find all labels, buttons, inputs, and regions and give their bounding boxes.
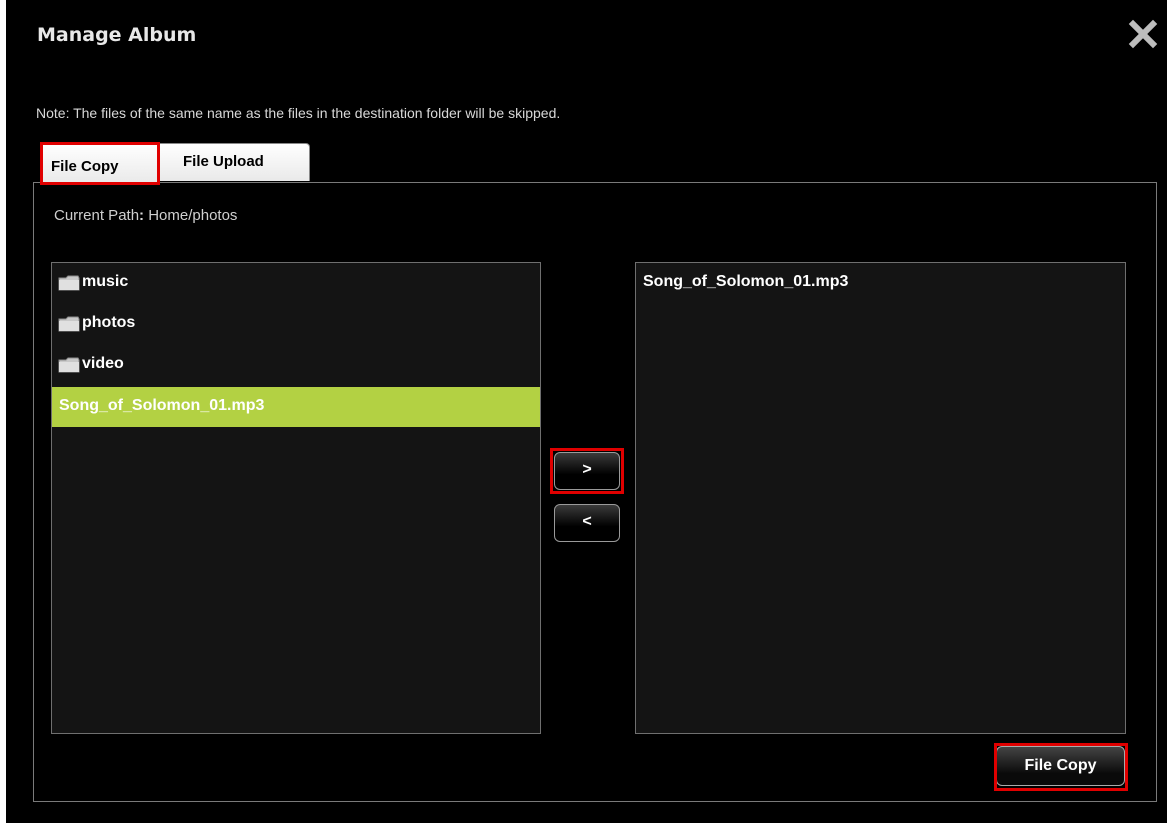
move-left-button[interactable]: < xyxy=(554,504,620,542)
move-right-button[interactable]: > xyxy=(554,452,620,490)
folder-icon xyxy=(58,357,80,373)
folder-icon xyxy=(58,316,80,332)
manage-album-dialog: Manage Album Note: The files of the same… xyxy=(6,0,1167,823)
note-text: Note: The files of the same name as the … xyxy=(36,105,561,121)
dialog-title: Manage Album xyxy=(37,24,197,46)
folder-icon xyxy=(58,275,80,291)
file-copy-button[interactable]: File Copy xyxy=(996,746,1125,786)
item-label: photos xyxy=(82,314,136,331)
destination-file-list[interactable]: Song_of_Solomon_01.mp3 xyxy=(635,262,1126,734)
item-label: Song_of_Solomon_01.mp3 xyxy=(59,397,265,414)
tab-label: File Upload xyxy=(183,153,264,170)
tab-file-copy[interactable]: File Copy xyxy=(40,143,160,184)
list-item[interactable]: video xyxy=(52,345,540,385)
source-file-list[interactable]: music photos video Song_of_Solomon_01.mp… xyxy=(51,262,541,734)
path-separator: : xyxy=(139,207,145,224)
path-value: Home/photos xyxy=(148,207,238,224)
close-icon[interactable] xyxy=(1127,18,1159,50)
item-label: Song_of_Solomon_01.mp3 xyxy=(643,273,849,290)
list-item-selected[interactable]: Song_of_Solomon_01.mp3 xyxy=(52,387,540,427)
list-item[interactable]: photos xyxy=(52,304,540,344)
list-item[interactable]: Song_of_Solomon_01.mp3 xyxy=(636,263,1125,303)
path-label: Current Path xyxy=(54,207,140,224)
tab-file-upload[interactable]: File Upload xyxy=(156,143,310,181)
current-path: Current Path: Home/photos xyxy=(54,207,237,224)
item-label: music xyxy=(82,273,129,290)
tab-label: File Copy xyxy=(51,158,119,175)
list-item[interactable]: music xyxy=(52,263,540,303)
item-label: video xyxy=(82,355,124,372)
